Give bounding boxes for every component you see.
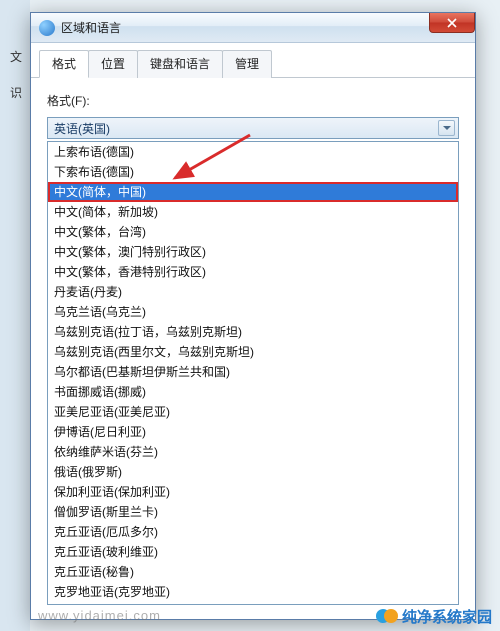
close-icon [447, 18, 457, 28]
list-item[interactable]: 上索布语(德国) [48, 142, 458, 162]
list-item[interactable]: 中文(繁体，台湾) [48, 222, 458, 242]
list-item[interactable]: 克丘亚语(玻利维亚) [48, 542, 458, 562]
brand-text: 纯净系统家园 [402, 606, 492, 627]
list-item[interactable]: 中文(简体，新加坡) [48, 202, 458, 222]
chevron-down-icon [438, 120, 455, 136]
globe-icon [39, 20, 55, 36]
tab-0[interactable]: 格式 [39, 50, 89, 78]
list-item[interactable]: 中文(繁体，香港特别行政区) [48, 262, 458, 282]
list-item[interactable]: 克罗地亚语(克罗地亚) [48, 582, 458, 602]
list-item[interactable]: 僧伽罗语(斯里兰卡) [48, 502, 458, 522]
watermark-url: www.yidaimei.com [38, 608, 161, 623]
bg-menu-partial: 文 [10, 48, 22, 65]
watermark-brand: 纯净系统家园 [376, 605, 492, 627]
tab-3[interactable]: 管理 [222, 50, 272, 78]
region-language-dialog: 区域和语言 格式位置键盘和语言管理 格式(F): 英语(英国) 上索布语(德国)… [30, 12, 476, 620]
brand-logo-icon [376, 605, 398, 627]
list-item[interactable]: 中文(繁体，澳门特别行政区) [48, 242, 458, 262]
tab-1[interactable]: 位置 [88, 50, 138, 78]
titlebar: 区域和语言 [31, 13, 475, 43]
list-item[interactable]: 乌尔都语(巴基斯坦伊斯兰共和国) [48, 362, 458, 382]
list-item[interactable]: 亚美尼亚语(亚美尼亚) [48, 402, 458, 422]
dialog-body: 格式(F): 英语(英国) 上索布语(德国)下索布语(德国)中文(简体，中国)中… [31, 78, 475, 619]
list-item[interactable]: 丹麦语(丹麦) [48, 282, 458, 302]
list-item[interactable]: 伊博语(尼日利亚) [48, 422, 458, 442]
list-item[interactable]: 克丘亚语(秘鲁) [48, 562, 458, 582]
format-label: 格式(F): [47, 92, 459, 109]
list-item[interactable]: 依纳维萨米语(芬兰) [48, 442, 458, 462]
format-combobox[interactable]: 英语(英国) [47, 117, 459, 139]
list-item[interactable]: 保加利亚语(保加利亚) [48, 482, 458, 502]
list-item[interactable]: 克丘亚语(厄瓜多尔) [48, 522, 458, 542]
tab-strip: 格式位置键盘和语言管理 [31, 43, 475, 78]
bg-menu-partial2: 识 [10, 84, 22, 101]
list-item[interactable]: 俄语(俄罗斯) [48, 462, 458, 482]
list-item[interactable]: 下索布语(德国) [48, 162, 458, 182]
list-item[interactable]: 乌兹别克语(西里尔文，乌兹别克斯坦) [48, 342, 458, 362]
format-listbox[interactable]: 上索布语(德国)下索布语(德国)中文(简体，中国)中文(简体，新加坡)中文(繁体… [47, 141, 459, 605]
dialog-title: 区域和语言 [61, 19, 121, 36]
list-item[interactable]: 乌兹别克语(拉丁语，乌兹别克斯坦) [48, 322, 458, 342]
close-button[interactable] [429, 13, 475, 33]
tab-2[interactable]: 键盘和语言 [137, 50, 223, 78]
list-item[interactable]: 乌克兰语(乌克兰) [48, 302, 458, 322]
list-item[interactable]: 书面挪威语(挪威) [48, 382, 458, 402]
list-item[interactable]: 中文(简体，中国) [48, 182, 458, 202]
combo-value: 英语(英国) [54, 120, 110, 137]
